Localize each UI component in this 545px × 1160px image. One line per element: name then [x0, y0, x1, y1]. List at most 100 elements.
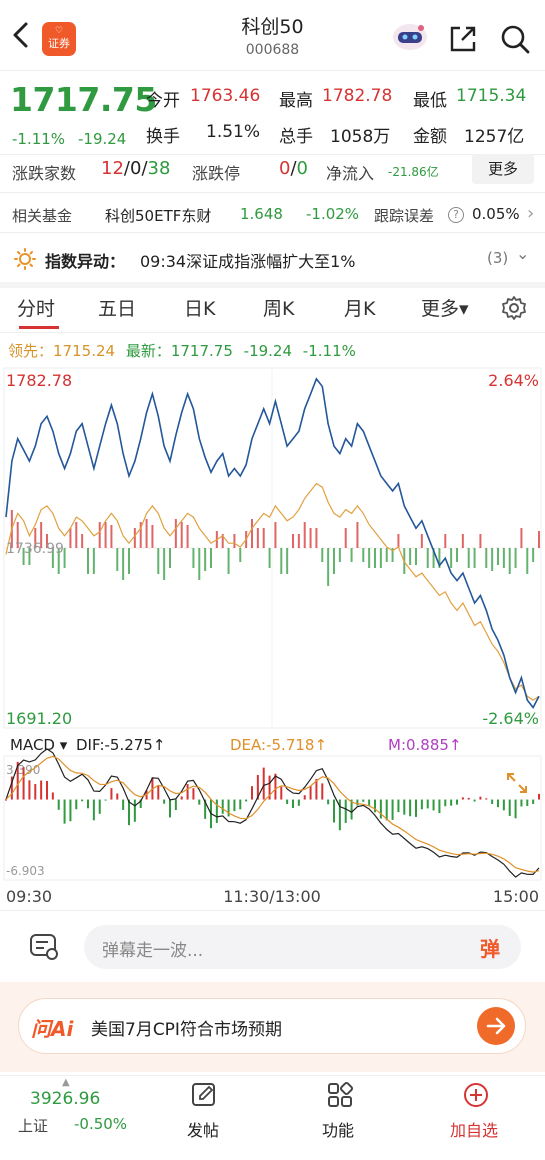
- chart-grid: [3, 367, 542, 881]
- arrow-right-icon[interactable]: [477, 1007, 515, 1045]
- more-button[interactable]: 更多: [472, 154, 534, 184]
- volume-bar: [145, 519, 148, 548]
- volume-bar: [426, 548, 429, 568]
- header: ♡ 证券 科创50 000688: [0, 0, 545, 72]
- tracking-error-value: 0.05%: [472, 205, 520, 223]
- macd-bar: [514, 799, 517, 819]
- volume-bar: [122, 548, 125, 580]
- volume-bar: [344, 528, 347, 548]
- volume-label: 总手: [279, 127, 313, 147]
- volume-bar: [286, 548, 289, 574]
- current-price: 1717.75: [10, 80, 157, 119]
- volume-bar: [379, 548, 382, 568]
- volume-bar: [333, 548, 335, 574]
- macd-bar: [479, 796, 482, 800]
- bottom-bar: ▲ 3926.96 上证 -0.50% 发帖 功能 加自选: [0, 1075, 545, 1160]
- section-gap: [0, 282, 545, 288]
- volume-bar: [444, 534, 447, 548]
- volume-bar: [204, 548, 207, 571]
- chart-tabs: 分时 五日 日K 周K 月K 更多▾: [0, 290, 545, 332]
- intraday-chart[interactable]: 1782.78 1736.99 1691.20 2.64% -2.64% MAC…: [0, 362, 545, 912]
- macd-bar: [186, 784, 189, 800]
- robot-assistant-icon[interactable]: [390, 22, 430, 52]
- inflow-label: 净流入: [326, 164, 375, 183]
- macd-bar: [192, 788, 195, 800]
- turnover-label: 换手: [146, 127, 180, 147]
- macd-bar: [51, 792, 54, 800]
- macd-bar: [98, 799, 101, 814]
- time-label-midday: 11:30/13:00: [223, 887, 321, 906]
- volume-bar: [415, 548, 417, 565]
- settings-gear-icon[interactable]: [500, 294, 528, 322]
- tab-monthly-k[interactable]: 月K: [344, 294, 375, 321]
- macd-bar: [379, 799, 382, 819]
- limit-down-count: 0: [296, 158, 308, 179]
- tab-intraday[interactable]: 分时: [17, 294, 55, 321]
- volume-bar: [485, 548, 488, 568]
- sun-alert-icon: [14, 248, 36, 270]
- change-percent: -1.11%: [12, 130, 66, 148]
- volume-bar: [315, 528, 318, 548]
- macd-bar: [128, 799, 130, 826]
- up-count: 12: [101, 158, 124, 179]
- macd-bar: [362, 799, 365, 802]
- volume-bar: [321, 548, 324, 562]
- tab-weekly-k[interactable]: 周K: [263, 294, 294, 321]
- volume-bar: [532, 548, 535, 562]
- volume-bar: [163, 548, 166, 580]
- macd-bar: [368, 799, 371, 806]
- macd-bar: [485, 798, 488, 800]
- macd-bar: [327, 799, 330, 805]
- danmu-send-button[interactable]: 弹: [480, 933, 500, 962]
- macd-bar: [415, 799, 417, 817]
- macd-bar: [87, 799, 89, 809]
- macd-bar: [456, 799, 458, 805]
- add-watchlist-label: 加自选: [450, 1121, 499, 1140]
- macd-bar: [57, 799, 60, 810]
- latest-value: 1717.75: [170, 342, 233, 360]
- post-label: 发帖: [187, 1121, 220, 1140]
- tab-daily-k[interactable]: 日K: [184, 294, 215, 321]
- high-value: 1782.78: [322, 86, 393, 106]
- index-value: 3926.96: [30, 1089, 101, 1109]
- macd-bar: [385, 799, 388, 821]
- danmu-toggle-icon[interactable]: [28, 930, 60, 962]
- macd-bar: [40, 780, 43, 800]
- volume-bar: [473, 548, 476, 568]
- volume-bar: [409, 548, 412, 565]
- search-icon[interactable]: [498, 22, 532, 56]
- volume-bar: [87, 548, 89, 574]
- low-label: 最低: [413, 91, 447, 111]
- volume-bar: [303, 522, 306, 548]
- help-icon[interactable]: ?: [448, 207, 464, 223]
- volume-bar: [268, 548, 271, 568]
- macd-bar: [473, 799, 476, 802]
- macd-bar: [198, 799, 201, 805]
- expand-icon[interactable]: [507, 773, 527, 793]
- macd-bar: [532, 799, 535, 804]
- macd-bar: [110, 788, 113, 800]
- macd-label[interactable]: MACD ▾: [10, 736, 68, 754]
- volume-bar: [151, 525, 154, 548]
- volume-bar: [251, 519, 253, 548]
- breadth-values: 12/0/38: [101, 158, 170, 179]
- ai-banner[interactable]: 问Ai 美国7月CPI符合市场预期: [18, 998, 526, 1054]
- volume-bar: [174, 519, 177, 548]
- macd-bar: [34, 784, 37, 800]
- down-count: 38: [147, 158, 171, 179]
- tab-five-day[interactable]: 五日: [98, 294, 136, 321]
- macd-bar: [409, 799, 412, 817]
- macd-bar: [397, 799, 400, 813]
- dea-line: [5, 755, 540, 873]
- tab-more[interactable]: 更多▾: [421, 294, 469, 321]
- breadth-label: 涨跌家数: [12, 164, 77, 183]
- macd-bar: [292, 799, 294, 808]
- macd-bar: [420, 799, 423, 810]
- macd-bar: [356, 799, 359, 806]
- danmu-input[interactable]: 弹幕走一波... 弹: [84, 925, 521, 969]
- volume-bar: [368, 548, 371, 568]
- volume-bar: [450, 548, 453, 568]
- time-label-close: 15:00: [493, 887, 539, 906]
- macd-bar: [63, 799, 66, 824]
- share-icon[interactable]: [448, 24, 478, 54]
